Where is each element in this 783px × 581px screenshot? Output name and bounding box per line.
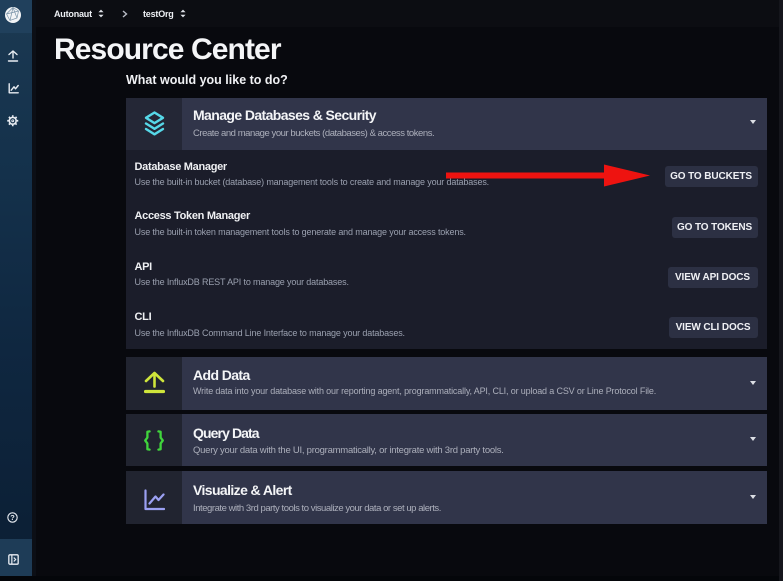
svg-text:?: ? [10, 513, 15, 522]
